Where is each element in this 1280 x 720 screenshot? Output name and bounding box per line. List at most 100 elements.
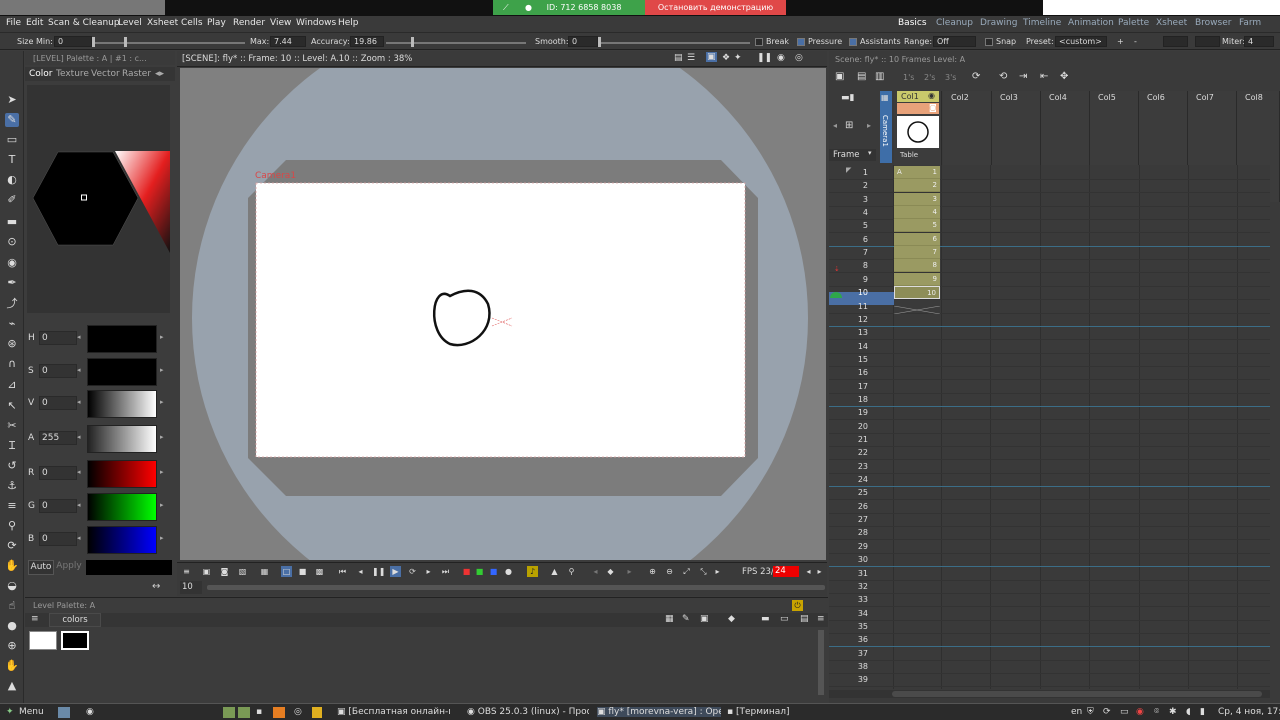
- tab-texture[interactable]: Texture: [56, 69, 89, 79]
- menu-play[interactable]: Play: [207, 18, 226, 28]
- skeleton-tool-icon[interactable]: Ɪ: [5, 439, 19, 453]
- app-u-icon[interactable]: [312, 707, 322, 718]
- tab-raster[interactable]: Raster: [122, 69, 151, 79]
- row-number[interactable]: 10: [829, 286, 879, 299]
- white-bg-icon[interactable]: □: [281, 566, 292, 577]
- color-chip-1[interactable]: [61, 631, 89, 650]
- row-number[interactable]: 19: [829, 406, 879, 419]
- collapse-left-icon[interactable]: ◂: [833, 121, 837, 130]
- preview-icon[interactable]: ▤: [674, 53, 683, 63]
- max-field[interactable]: 7.44: [270, 36, 306, 47]
- size-min-field[interactable]: 0: [54, 36, 92, 47]
- camera-stand-icon[interactable]: ▣: [706, 52, 717, 62]
- tracker-tool-icon[interactable]: ↺: [5, 459, 19, 473]
- menu-xsheet[interactable]: Xsheet: [147, 18, 178, 28]
- row-number[interactable]: 35: [829, 620, 879, 633]
- brush2-tool-icon[interactable]: ●: [5, 619, 19, 633]
- channel-s-slider[interactable]: [87, 358, 157, 386]
- style-picker-icon[interactable]: ◉: [5, 256, 19, 270]
- keyboard-lang[interactable]: en: [1071, 707, 1082, 717]
- repeat-icon[interactable]: ⟲: [999, 71, 1007, 82]
- palette-key-icon[interactable]: ◆: [728, 614, 735, 624]
- ruler-tool-icon[interactable]: ◒: [5, 579, 19, 593]
- channel-b-field[interactable]: 0: [39, 532, 77, 546]
- last-frame-icon[interactable]: ⏭: [440, 566, 451, 577]
- level-cell[interactable]: 9: [894, 273, 940, 286]
- row-number[interactable]: 38: [829, 660, 879, 673]
- menu-view[interactable]: View: [270, 18, 291, 28]
- eye-icon[interactable]: ◉: [777, 53, 785, 63]
- stop-demo-button[interactable]: Остановить демонстрацию: [645, 0, 786, 15]
- prev-key-icon[interactable]: ◂: [590, 566, 601, 577]
- menu-file[interactable]: File: [6, 18, 21, 28]
- row-number[interactable]: 11: [829, 300, 879, 313]
- menu-render[interactable]: Render: [233, 18, 265, 28]
- channel-v-slider[interactable]: [87, 390, 157, 418]
- compare-icon[interactable]: ▧: [237, 566, 248, 577]
- firefox-icon[interactable]: [273, 707, 285, 718]
- opentoonz-icon[interactable]: ◎: [294, 707, 302, 717]
- tab-color[interactable]: Color: [29, 69, 53, 79]
- menu-scan-cleanup[interactable]: Scan & Cleanup: [48, 18, 120, 28]
- grid-bg-icon[interactable]: ▩: [314, 566, 325, 577]
- step-1s[interactable]: 1's: [903, 73, 914, 82]
- bluetooth-icon[interactable]: ✱: [1169, 707, 1177, 717]
- smooth-thumb[interactable]: [598, 37, 601, 47]
- alpha-channel-icon[interactable]: ●: [503, 566, 514, 577]
- next-frame-icon[interactable]: ▸: [423, 566, 434, 577]
- palette-new-icon[interactable]: ▤: [800, 614, 809, 624]
- row-number[interactable]: 30: [829, 553, 879, 566]
- channel-s-field[interactable]: 0: [39, 364, 77, 378]
- row-number[interactable]: 29: [829, 540, 879, 553]
- row-number[interactable]: 22: [829, 446, 879, 459]
- row-number[interactable]: 27: [829, 513, 879, 526]
- camera-column[interactable]: ▦ Camera1: [880, 91, 892, 163]
- tab-scroll-arrows[interactable]: ◂▸: [155, 69, 164, 79]
- row-number[interactable]: 23: [829, 460, 879, 473]
- menu-level[interactable]: Level: [118, 18, 142, 28]
- cutter-tool-icon[interactable]: ✂: [5, 419, 19, 433]
- remove-preset-button[interactable]: -: [1134, 37, 1137, 46]
- show-desktop-icon[interactable]: [58, 707, 70, 718]
- play-icon[interactable]: ▶: [390, 566, 401, 577]
- task-browser[interactable]: ▣ [Бесплатная онлайн-шко...: [337, 707, 450, 717]
- shield-icon[interactable]: ⛨: [1087, 707, 1094, 717]
- next-key-icon[interactable]: ▸: [624, 566, 635, 577]
- new-level-icon[interactable]: ▣: [835, 71, 844, 82]
- frame-field[interactable]: 10: [180, 581, 202, 594]
- smooth-field[interactable]: 0: [568, 36, 598, 47]
- fps-field[interactable]: 24: [773, 566, 799, 577]
- channel-h-field[interactable]: 0: [39, 331, 77, 345]
- key-icon[interactable]: ◆: [605, 566, 616, 577]
- fill-tool-icon[interactable]: ◐: [5, 173, 19, 187]
- rgb-picker-icon[interactable]: ✒: [5, 276, 19, 290]
- files-icon[interactable]: [223, 707, 235, 718]
- terminal-icon[interactable]: ▪: [256, 707, 262, 717]
- checkerboard-icon[interactable]: ▦: [259, 566, 270, 577]
- row-number[interactable]: 20: [829, 420, 879, 433]
- row-number[interactable]: 17: [829, 380, 879, 393]
- camera-toggle-icon[interactable]: ▦: [881, 93, 889, 102]
- add-preset-button[interactable]: +: [1117, 37, 1124, 46]
- room-basics[interactable]: Basics: [898, 18, 927, 28]
- brush-tool-icon[interactable]: ✎: [5, 113, 19, 127]
- room-farm[interactable]: Farm: [1239, 18, 1261, 28]
- 3d-view-icon[interactable]: ❖: [722, 53, 730, 63]
- palette-scrollbar[interactable]: [818, 630, 824, 695]
- clock[interactable]: Ср, 4 ноя, 17:1: [1218, 707, 1280, 717]
- snapshot-icon[interactable]: ◙: [219, 566, 230, 577]
- toggle-icon[interactable]: ▬▮: [841, 93, 854, 103]
- col1-eye-icon[interactable]: ◉: [928, 91, 935, 100]
- move-icon[interactable]: ✥: [1060, 71, 1068, 82]
- volume-icon[interactable]: ◖: [1186, 707, 1191, 717]
- accuracy-thumb[interactable]: [411, 37, 414, 47]
- room-browser[interactable]: Browser: [1195, 18, 1231, 28]
- row-number[interactable]: 32: [829, 580, 879, 593]
- black-bg-icon[interactable]: ■: [297, 566, 308, 577]
- row-number[interactable]: 4: [829, 206, 879, 219]
- loop-icon[interactable]: ⟳: [407, 566, 418, 577]
- snap-checkbox[interactable]: [985, 38, 993, 46]
- animate-tool-icon[interactable]: ➤: [5, 93, 19, 107]
- collapse-right-icon[interactable]: ▸: [867, 121, 871, 130]
- new-vector-icon[interactable]: ▥: [875, 71, 884, 82]
